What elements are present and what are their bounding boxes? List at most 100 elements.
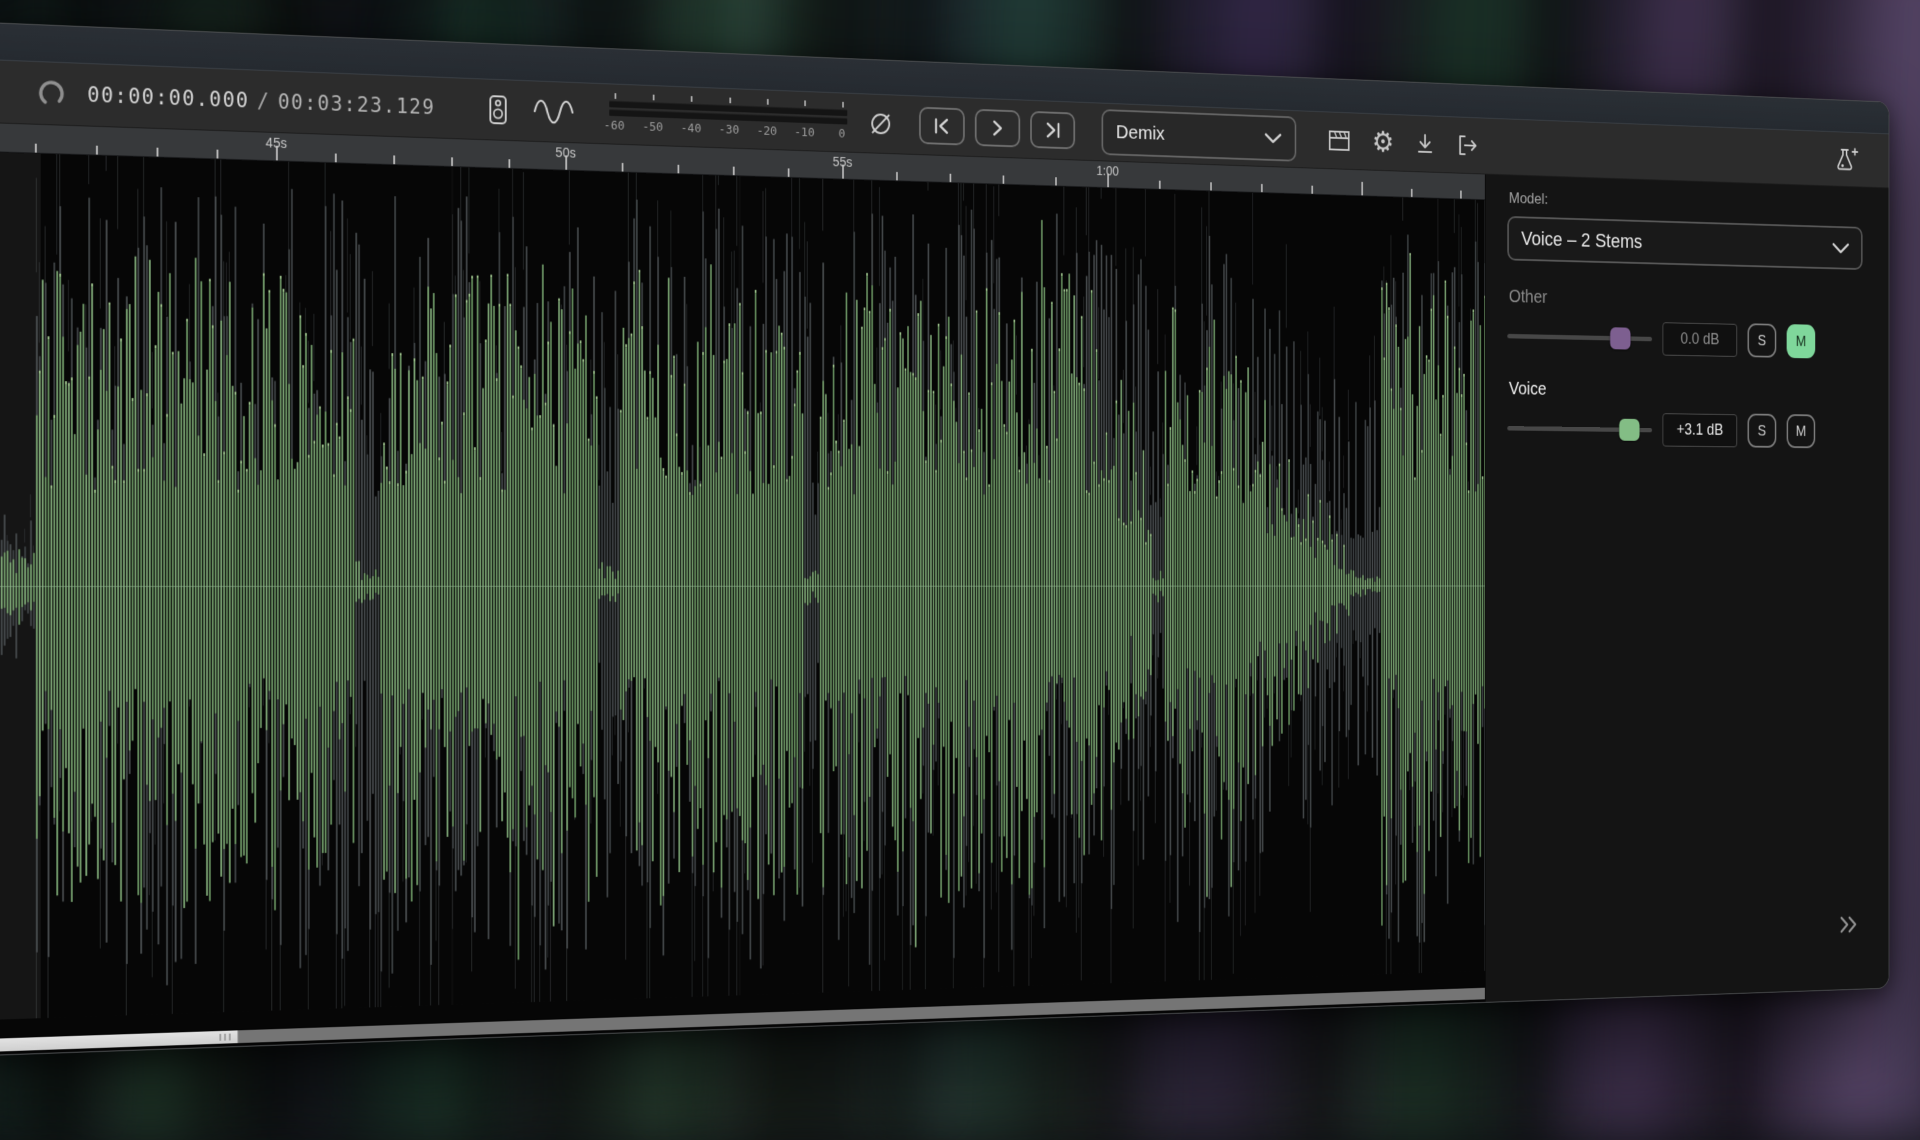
meter-scale-label: -40: [681, 121, 702, 136]
waveform-view: 45s50s55s1:00: [0, 123, 1485, 1055]
ruler-tick: [451, 157, 453, 166]
ruler-tick: [733, 167, 735, 176]
solo-button[interactable]: S: [1748, 323, 1777, 357]
ruler-tick: [96, 146, 98, 155]
ruler-tick: [157, 148, 159, 157]
ruler-tick: [1261, 184, 1263, 192]
ruler-tick: [1159, 181, 1161, 189]
stem-name: Voice: [1509, 379, 1863, 405]
ruler-tick: [217, 150, 219, 159]
ruler-label: 45s: [266, 135, 287, 151]
meter-scale-label: -30: [719, 123, 740, 138]
meter-tick: [614, 93, 616, 99]
collapse-panel-button[interactable]: [1833, 911, 1864, 938]
model-select-value: Voice – 2 Stems: [1521, 227, 1642, 253]
gain-value-field[interactable]: +3.1 dB: [1663, 413, 1738, 447]
speaker-button[interactable]: [483, 93, 512, 127]
ruler-label: 1:00: [1096, 163, 1118, 178]
ruler-tick: [1003, 175, 1005, 183]
download-icon: [1414, 131, 1436, 157]
mute-button[interactable]: M: [1787, 324, 1816, 358]
mode-select-value: Demix: [1116, 122, 1165, 146]
flask-plus-icon: [1833, 144, 1859, 174]
experiments-button[interactable]: [1833, 144, 1859, 174]
meter-scale-label: -60: [604, 118, 625, 133]
meter-tick: [729, 98, 731, 104]
current-time: 00:00:00.000: [87, 83, 249, 113]
sine-wave-icon: [532, 98, 584, 127]
double-chevron-right-icon: [1838, 912, 1860, 937]
mode-select[interactable]: Demix: [1101, 109, 1296, 162]
meter-scale-label: -10: [794, 125, 814, 140]
model-select[interactable]: Voice – 2 Stems: [1507, 216, 1862, 270]
model-label: Model:: [1509, 189, 1863, 218]
loop-icon: [37, 78, 66, 109]
ruler-tick: [896, 172, 898, 180]
stem-row-other: Other 0.0 dB S M: [1507, 287, 1862, 359]
ruler-tick: [1362, 182, 1364, 196]
ruler-tick: [678, 165, 680, 174]
chevron-down-icon: [1264, 133, 1282, 144]
stem-name: Other: [1509, 287, 1863, 316]
ruler-tick: [622, 163, 624, 172]
export-button[interactable]: [1457, 133, 1480, 159]
meter-tick: [767, 99, 769, 105]
toolbar-spacer: [1497, 146, 1818, 158]
phase-invert-icon: [866, 107, 895, 140]
export-icon: [1457, 133, 1480, 159]
chevron-down-icon: [1832, 242, 1849, 254]
skip-to-end-icon: [1042, 120, 1064, 141]
stem-gain-slider[interactable]: [1507, 416, 1652, 441]
toolbar-icon-group: ⚙: [1326, 126, 1480, 159]
sine-wave-button[interactable]: [532, 98, 584, 127]
waveform-canvas[interactable]: [0, 152, 1485, 1020]
settings-button[interactable]: ⚙: [1372, 128, 1394, 157]
meter-tick: [691, 96, 693, 102]
loop-button[interactable]: [37, 78, 66, 109]
ruler-tick: [950, 174, 952, 182]
scrollbar-grip: [220, 1034, 231, 1041]
ruler-tick: [1411, 189, 1413, 197]
gear-icon: ⚙: [1372, 128, 1394, 157]
download-button[interactable]: [1414, 131, 1436, 157]
gain-value-field[interactable]: 0.0 dB: [1663, 322, 1738, 357]
slider-thumb[interactable]: [1619, 418, 1639, 440]
ruler-label: 50s: [556, 144, 576, 160]
phase-invert-button[interactable]: [866, 107, 895, 140]
skip-to-end-button[interactable]: [1030, 111, 1075, 149]
ruler-tick: [35, 144, 37, 153]
meter-tick: [842, 102, 844, 108]
meter-scale-label: 0: [838, 127, 845, 141]
meter-scale-label: -20: [757, 124, 777, 139]
play-button[interactable]: [975, 109, 1020, 148]
skip-to-start-icon: [931, 115, 953, 136]
stem-panel: Model: Voice – 2 Stems Other 0.0 dB S M: [1485, 174, 1889, 1001]
meter-tick: [804, 100, 806, 106]
clapperboard-icon: [1326, 128, 1351, 154]
ruler-tick: [394, 155, 396, 164]
time-display: 00:00:00.000/00:03:23.129: [87, 83, 435, 119]
speaker-icon: [483, 93, 512, 127]
waveform-container: [0, 152, 1485, 1037]
ruler-tick: [1460, 191, 1462, 199]
ruler-tick: [788, 168, 790, 177]
play-icon: [986, 118, 1008, 139]
total-duration: 00:03:23.129: [278, 90, 435, 119]
transport-controls: [919, 107, 1075, 150]
slider-thumb[interactable]: [1610, 327, 1630, 349]
time-divider: /: [249, 89, 277, 114]
media-button[interactable]: [1326, 128, 1351, 154]
main-area: 45s50s55s1:00 Model: Voice – 2 Stems Oth…: [0, 123, 1889, 1055]
stem-row-voice: Voice +3.1 dB S M: [1507, 379, 1862, 449]
ruler-tick: [335, 154, 337, 163]
app-window: 00:00:00.000/00:03:23.129 -60-50-40-30-2…: [0, 22, 1889, 1056]
level-meter: -60-50-40-30-20-100: [609, 93, 847, 143]
mute-button[interactable]: M: [1787, 414, 1816, 448]
stem-gain-slider[interactable]: [1507, 324, 1652, 350]
ruler-tick: [1055, 177, 1057, 185]
solo-button[interactable]: S: [1748, 414, 1777, 448]
meter-tick: [653, 95, 655, 101]
ruler-tick: [1211, 182, 1213, 190]
skip-to-start-button[interactable]: [919, 107, 965, 146]
ruler-tick: [509, 159, 511, 168]
